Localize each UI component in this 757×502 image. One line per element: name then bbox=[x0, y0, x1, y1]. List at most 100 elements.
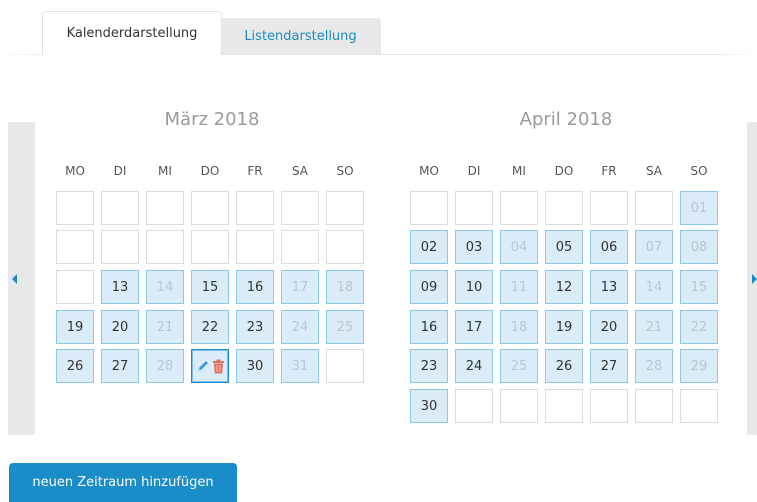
empty-day-cell[interactable] bbox=[635, 191, 673, 225]
empty-day-cell[interactable] bbox=[101, 191, 139, 225]
day-cell[interactable]: 08 bbox=[680, 230, 718, 264]
day-cell[interactable]: 23 bbox=[236, 310, 274, 344]
day-cell[interactable]: 18 bbox=[500, 310, 538, 344]
day-cell[interactable]: 12 bbox=[545, 270, 583, 304]
day-cell[interactable]: 06 bbox=[590, 230, 628, 264]
day-number: 28 bbox=[156, 358, 174, 374]
empty-day-cell[interactable] bbox=[236, 191, 274, 225]
day-cell[interactable]: 22 bbox=[191, 310, 229, 344]
trash-icon[interactable] bbox=[212, 359, 225, 374]
day-cell[interactable]: 21 bbox=[635, 310, 673, 344]
day-cell[interactable]: 18 bbox=[326, 270, 364, 304]
chevron-right-icon bbox=[752, 274, 757, 284]
day-cell[interactable]: 11 bbox=[500, 270, 538, 304]
day-cell[interactable]: 23 bbox=[410, 349, 448, 383]
weekday-header: DO bbox=[554, 164, 574, 178]
empty-day-cell[interactable] bbox=[191, 230, 229, 264]
empty-day-cell[interactable] bbox=[56, 191, 94, 225]
day-cell[interactable]: 28 bbox=[635, 349, 673, 383]
day-cell[interactable]: 15 bbox=[191, 270, 229, 304]
empty-day-cell[interactable] bbox=[545, 389, 583, 423]
empty-day-cell[interactable] bbox=[101, 230, 139, 264]
day-cell[interactable]: 25 bbox=[326, 310, 364, 344]
day-cell[interactable]: 16 bbox=[410, 310, 448, 344]
day-cell[interactable]: 03 bbox=[455, 230, 493, 264]
empty-day-cell[interactable] bbox=[590, 191, 628, 225]
day-cell[interactable]: 26 bbox=[56, 349, 94, 383]
day-number: 20 bbox=[600, 319, 618, 335]
day-cell[interactable]: 07 bbox=[635, 230, 673, 264]
next-month-button[interactable] bbox=[750, 273, 757, 287]
day-cell[interactable]: 15 bbox=[680, 270, 718, 304]
empty-day-cell[interactable] bbox=[146, 191, 184, 225]
day-cell-editing[interactable] bbox=[191, 349, 229, 383]
day-cell[interactable]: 19 bbox=[545, 310, 583, 344]
day-cell[interactable]: 17 bbox=[281, 270, 319, 304]
day-cell[interactable]: 17 bbox=[455, 310, 493, 344]
day-cell[interactable]: 13 bbox=[590, 270, 628, 304]
day-cell[interactable]: 30 bbox=[410, 389, 448, 423]
empty-day-cell[interactable] bbox=[281, 230, 319, 264]
day-cell[interactable]: 29 bbox=[680, 349, 718, 383]
day-number: 20 bbox=[111, 319, 129, 335]
day-cell[interactable]: 14 bbox=[146, 270, 184, 304]
day-cell[interactable]: 01 bbox=[680, 191, 718, 225]
empty-day-cell[interactable] bbox=[191, 191, 229, 225]
day-cell[interactable]: 27 bbox=[590, 349, 628, 383]
empty-day-cell[interactable] bbox=[236, 230, 274, 264]
day-cell[interactable]: 19 bbox=[56, 310, 94, 344]
empty-day-cell[interactable] bbox=[326, 230, 364, 264]
empty-day-cell[interactable] bbox=[455, 191, 493, 225]
day-cell[interactable]: 21 bbox=[146, 310, 184, 344]
day-cell[interactable]: 13 bbox=[101, 270, 139, 304]
day-cell[interactable]: 04 bbox=[500, 230, 538, 264]
day-cell[interactable]: 10 bbox=[455, 270, 493, 304]
empty-day-cell[interactable] bbox=[680, 389, 718, 423]
day-number: 25 bbox=[336, 319, 354, 335]
weekday-header: MO bbox=[65, 164, 85, 178]
add-period-button[interactable]: neuen Zeitraum hinzufügen bbox=[9, 463, 237, 502]
day-number: 12 bbox=[555, 279, 573, 295]
day-number: 25 bbox=[510, 358, 528, 374]
empty-day-cell[interactable] bbox=[410, 191, 448, 225]
day-cell[interactable]: 30 bbox=[236, 349, 274, 383]
view-tabs: Kalenderdarstellung Listendarstellung bbox=[0, 0, 757, 60]
empty-day-cell[interactable] bbox=[590, 389, 628, 423]
empty-day-cell[interactable] bbox=[545, 191, 583, 225]
tab-calendar-view[interactable]: Kalenderdarstellung bbox=[42, 11, 222, 55]
day-cell[interactable]: 26 bbox=[545, 349, 583, 383]
empty-day-cell[interactable] bbox=[146, 230, 184, 264]
day-cell[interactable]: 31 bbox=[281, 349, 319, 383]
empty-day-cell[interactable] bbox=[56, 230, 94, 264]
weekday-header: DO bbox=[200, 164, 220, 178]
day-cell[interactable]: 09 bbox=[410, 270, 448, 304]
empty-day-cell[interactable] bbox=[56, 270, 94, 304]
day-number: 31 bbox=[291, 358, 309, 374]
empty-day-cell[interactable] bbox=[500, 191, 538, 225]
empty-day-cell[interactable] bbox=[326, 191, 364, 225]
tab-list-view[interactable]: Listendarstellung bbox=[220, 18, 381, 55]
day-cell[interactable]: 24 bbox=[455, 349, 493, 383]
empty-day-cell[interactable] bbox=[500, 389, 538, 423]
pencil-icon[interactable] bbox=[196, 359, 210, 373]
empty-day-cell[interactable] bbox=[281, 191, 319, 225]
weekday-header: MO bbox=[419, 164, 439, 178]
day-cell[interactable]: 20 bbox=[101, 310, 139, 344]
previous-month-button[interactable] bbox=[11, 273, 21, 287]
day-cell[interactable]: 02 bbox=[410, 230, 448, 264]
day-cell[interactable]: 22 bbox=[680, 310, 718, 344]
empty-day-cell[interactable] bbox=[326, 349, 364, 383]
day-number: 22 bbox=[690, 319, 708, 335]
day-cell[interactable]: 16 bbox=[236, 270, 274, 304]
day-cell[interactable]: 14 bbox=[635, 270, 673, 304]
day-cell[interactable]: 24 bbox=[281, 310, 319, 344]
weekday-header: SO bbox=[690, 164, 708, 178]
day-cell[interactable]: 27 bbox=[101, 349, 139, 383]
day-cell[interactable]: 05 bbox=[545, 230, 583, 264]
day-cell[interactable]: 20 bbox=[590, 310, 628, 344]
day-cell[interactable]: 28 bbox=[146, 349, 184, 383]
day-number: 14 bbox=[645, 279, 663, 295]
day-cell[interactable]: 25 bbox=[500, 349, 538, 383]
empty-day-cell[interactable] bbox=[635, 389, 673, 423]
empty-day-cell[interactable] bbox=[455, 389, 493, 423]
